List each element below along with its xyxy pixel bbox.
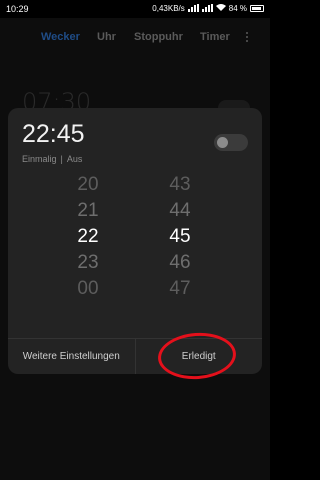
minute-option[interactable]: 46 [160, 250, 200, 276]
hour-picker[interactable]: 20 21 22 23 00 [68, 172, 108, 302]
network-speed: 0,43KB/s [152, 3, 185, 13]
minute-picker[interactable]: 43 44 45 46 47 [160, 172, 200, 302]
alarm-repeat: Einmalig [22, 154, 57, 164]
tab-uhr[interactable]: Uhr [97, 31, 116, 43]
tab-bar: Wecker Uhr Stoppuhr Timer [0, 28, 270, 48]
tab-timer[interactable]: Timer [200, 31, 230, 43]
battery-icon [250, 4, 264, 12]
hour-option[interactable]: 21 [68, 198, 108, 224]
status-icons: 0,43KB/s 84 % [152, 3, 264, 13]
toggle-knob [217, 137, 228, 148]
minute-option[interactable]: 43 [160, 172, 200, 198]
alarm-edit-dialog: 22:45 Einmalig | Aus 20 21 22 23 00 43 44 … [8, 108, 262, 374]
tab-wecker[interactable]: Wecker [41, 31, 80, 43]
alarm-details: Einmalig | Aus [22, 154, 83, 164]
minute-option[interactable]: 44 [160, 198, 200, 224]
battery-percent: 84 % [228, 3, 247, 13]
hour-option[interactable]: 00 [68, 276, 108, 302]
alarm-toggle[interactable] [214, 134, 248, 151]
more-settings-button[interactable]: Weitere Einstellungen [8, 339, 135, 374]
hour-option-selected[interactable]: 22 [68, 224, 108, 250]
status-time: 10:29 [6, 4, 29, 14]
done-button[interactable]: Erledigt [134, 339, 263, 374]
minute-option-selected[interactable]: 45 [160, 224, 200, 250]
more-options-icon[interactable] [245, 30, 249, 44]
hour-option[interactable]: 23 [68, 250, 108, 276]
status-bar: 10:29 0,43KB/s 84 % [0, 0, 270, 18]
signal-icon-2 [201, 4, 213, 12]
dialog-footer: Weitere Einstellungen Erledigt [8, 338, 262, 374]
wifi-icon [215, 3, 226, 13]
minute-option[interactable]: 47 [160, 276, 200, 302]
hour-option[interactable]: 20 [68, 172, 108, 198]
alarm-state: Aus [66, 154, 83, 164]
signal-icon [187, 4, 199, 12]
alarm-time: 22:45 [22, 120, 85, 148]
tab-stoppuhr[interactable]: Stoppuhr [134, 31, 183, 43]
